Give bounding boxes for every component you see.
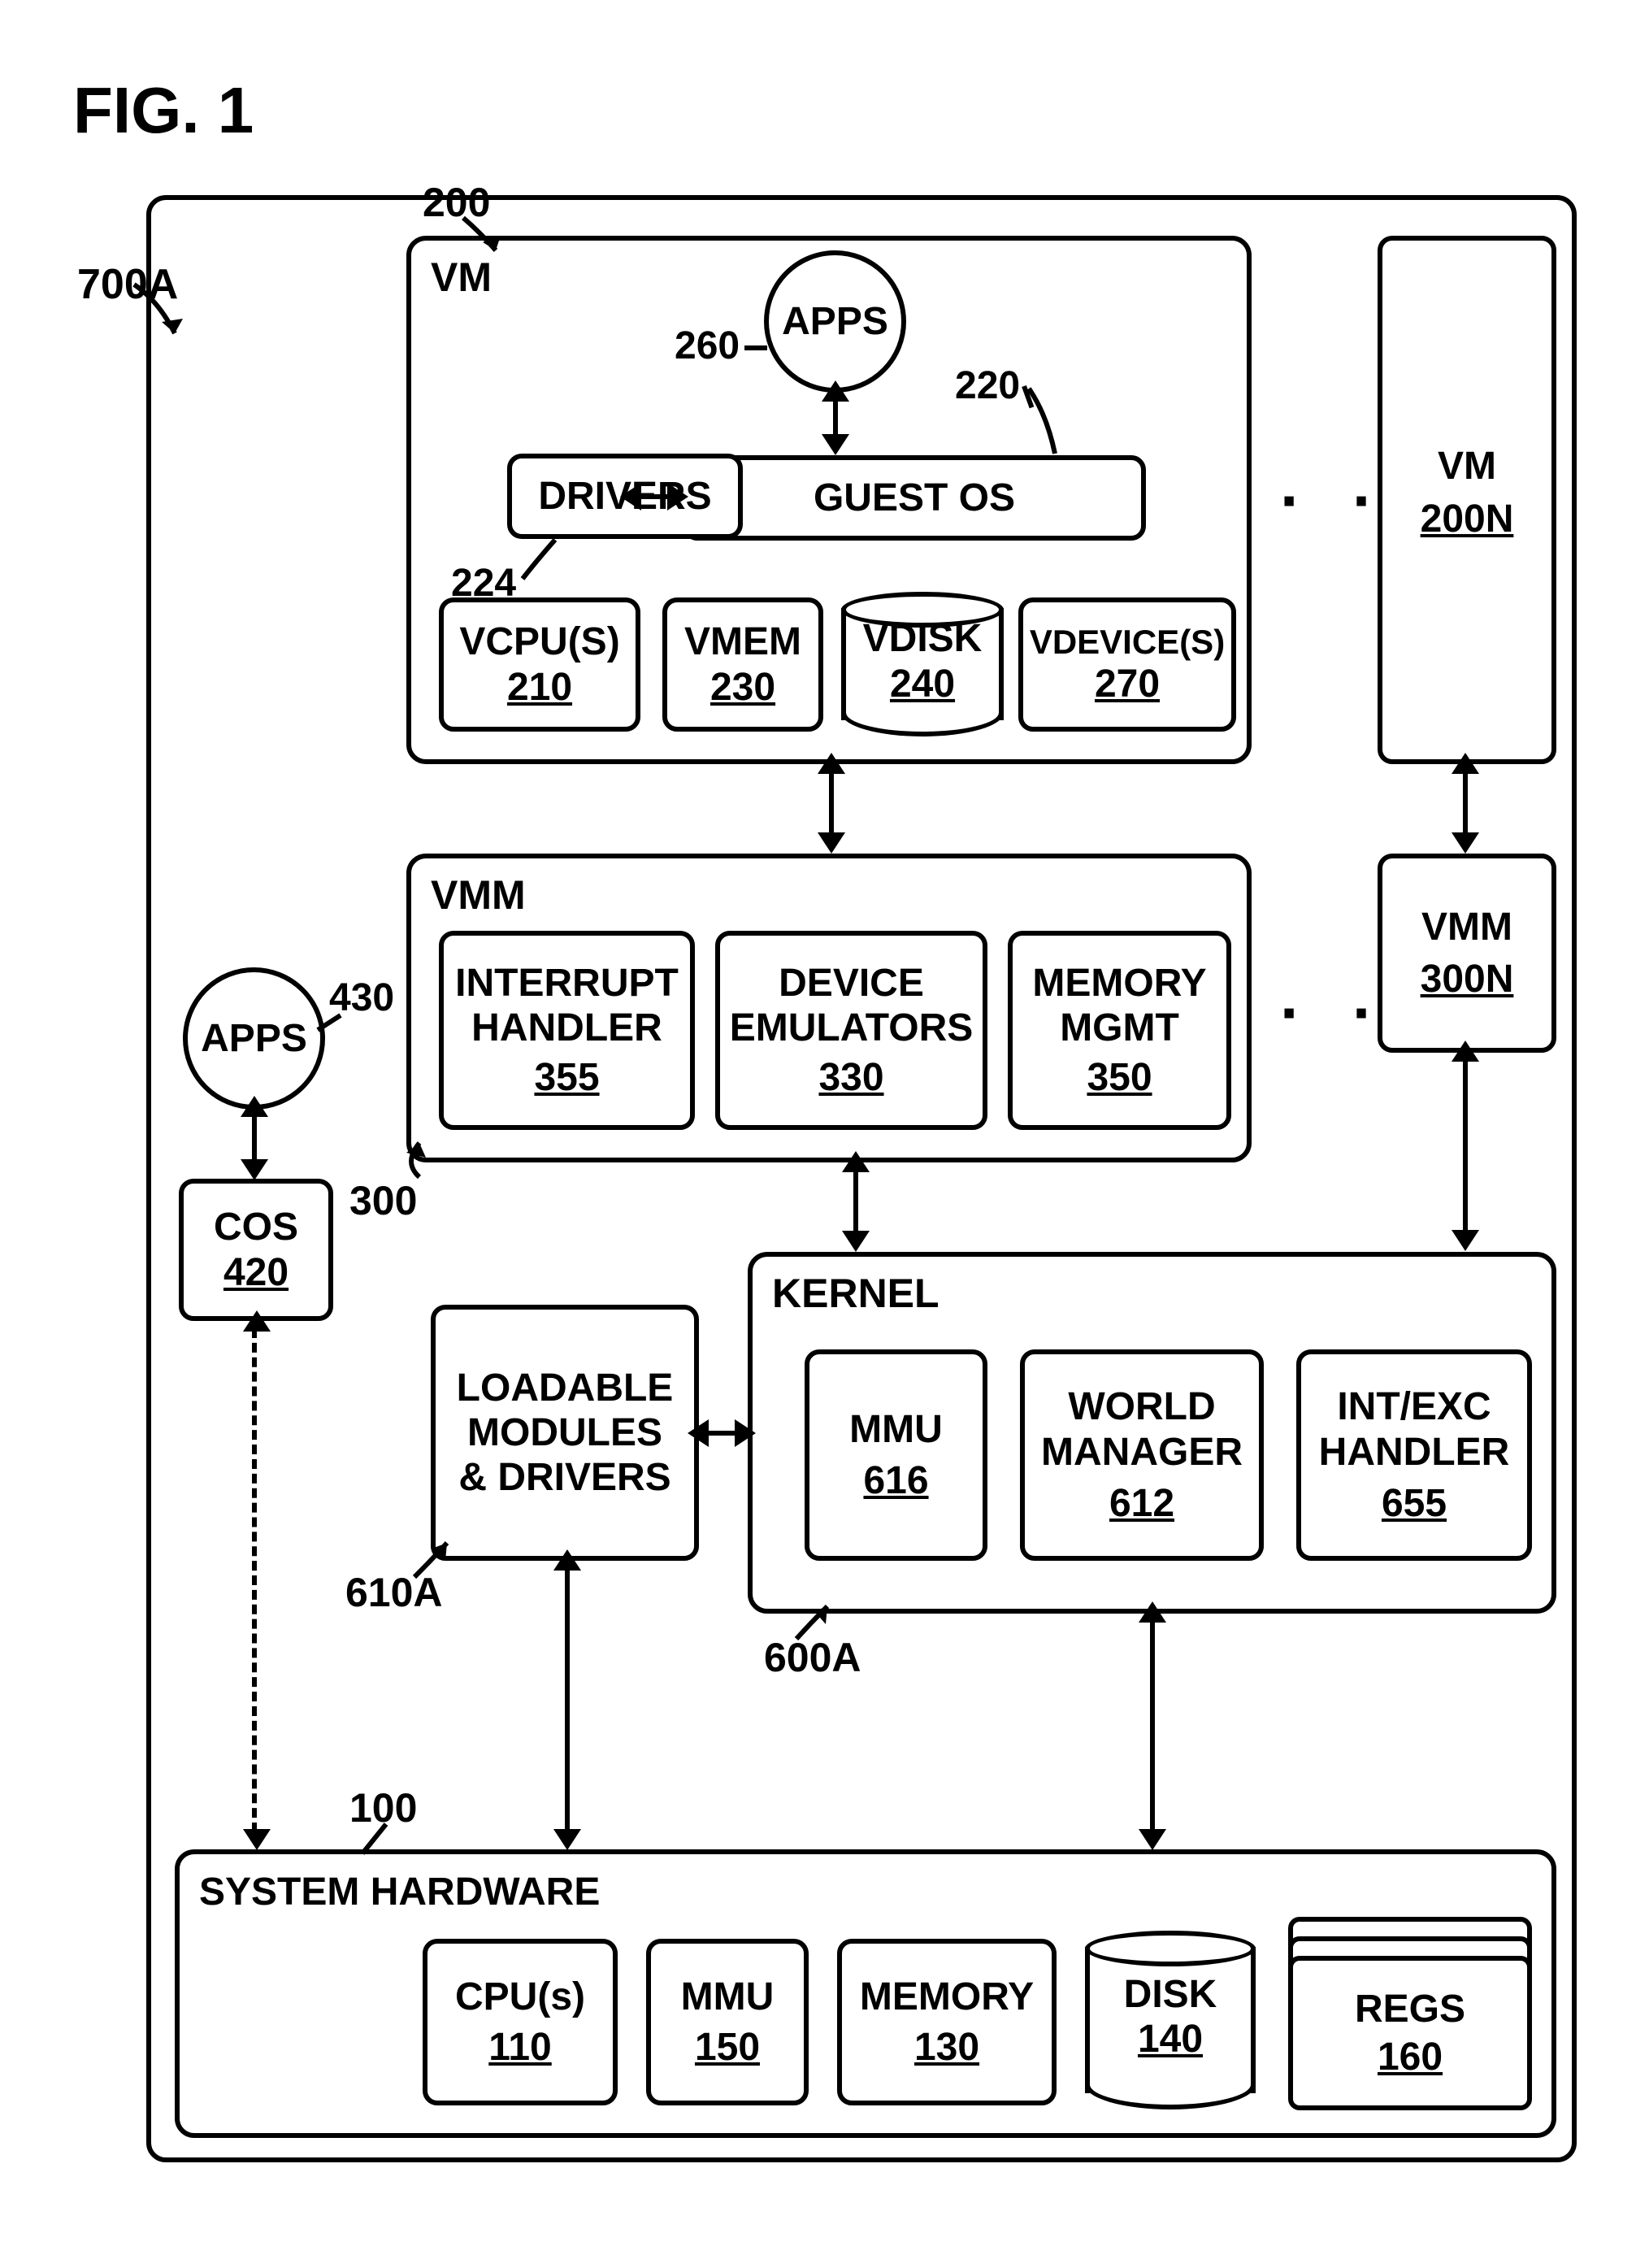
world-mgr-label: WORLD MANAGER	[1041, 1384, 1243, 1474]
hardware-label: SYSTEM HARDWARE	[199, 1870, 600, 1914]
int-exc-label: INT/EXC HANDLER	[1319, 1384, 1510, 1474]
vcpu-box: VCPU(S) 210	[439, 597, 640, 732]
vm-ref-arrow	[455, 211, 512, 260]
vmm-n-ref: 300N	[1421, 957, 1514, 1001]
arrow-loadable-hardware	[565, 1567, 570, 1832]
outer-ref-arrow	[126, 276, 191, 350]
drivers-leader	[516, 537, 573, 585]
hw-mmu-ref: 150	[695, 2025, 760, 2070]
memory-label: MEMORY	[860, 1975, 1034, 2019]
cpu-label: CPU(s)	[455, 1975, 585, 2019]
arrow-drivers-guestos	[638, 494, 670, 499]
arrow-vmn-vmmn	[1463, 771, 1468, 836]
kernel-mmu-label: MMU	[849, 1407, 943, 1452]
vdevice-ref: 270	[1095, 662, 1160, 706]
cos-apps-leader	[313, 1012, 345, 1036]
int-exc-box: INT/EXC HANDLER 655	[1296, 1349, 1532, 1561]
cos-box: COS 420	[179, 1179, 333, 1321]
vcpu-label: VCPU(S)	[459, 619, 619, 664]
regs-box: REGS 160	[1288, 1917, 1532, 2112]
vm-n-box: VM 200N	[1378, 236, 1556, 764]
vm-apps-label: APPS	[782, 299, 888, 344]
int-handler-label: INTERRUPT HANDLER	[455, 961, 679, 1050]
int-handler-ref: 355	[534, 1055, 599, 1100]
vcpu-ref: 210	[507, 665, 572, 710]
int-handler-box: INTERRUPT HANDLER 355	[439, 931, 695, 1130]
vmm-n-box: VMM 300N	[1378, 854, 1556, 1053]
hw-mmu-label: MMU	[681, 1975, 775, 2019]
dev-emu-label: DEVICE EMULATORS	[730, 961, 974, 1050]
vdisk-label: VDISK	[841, 616, 1004, 661]
hw-mmu-box: MMU 150	[646, 1939, 809, 2105]
figure-label: FIG. 1	[73, 73, 254, 148]
world-mgr-box: WORLD MANAGER 612	[1020, 1349, 1264, 1561]
arrow-vmmn-kernel	[1463, 1058, 1468, 1233]
guest-os-box: GUEST OS	[683, 455, 1146, 541]
int-exc-ref: 655	[1382, 1481, 1447, 1526]
dev-emu-box: DEVICE EMULATORS 330	[715, 931, 987, 1130]
vmem-label: VMEM	[684, 619, 801, 664]
memory-ref: 130	[914, 2025, 979, 2070]
regs-ref: 160	[1378, 2035, 1443, 2079]
vm-apps-circle: APPS	[764, 250, 906, 393]
vmem-ref: 230	[710, 665, 775, 710]
disk-cyl: DISK 140	[1085, 1931, 1256, 2109]
guest-os-label: GUEST OS	[814, 476, 1015, 520]
vmm-ref-arrow	[382, 1138, 439, 1187]
vdevice-label: VDEVICE(S)	[1030, 623, 1225, 662]
guest-os-ref: 220	[955, 363, 1020, 408]
vdevice-box: VDEVICE(S) 270	[1018, 597, 1236, 732]
arrow-vm-vmm	[829, 771, 834, 836]
arrow-vmm-kernel	[853, 1169, 858, 1234]
memory-box: MEMORY 130	[837, 1939, 1057, 2105]
loadable-box: LOADABLE MODULES & DRIVERS	[431, 1305, 699, 1561]
mem-mgmt-box: MEMORY MGMT 350	[1008, 931, 1231, 1130]
kernel-mmu-box: MMU 616	[805, 1349, 987, 1561]
kernel-mmu-ref: 616	[863, 1458, 928, 1503]
cos-label: COS	[214, 1205, 298, 1249]
vdisk-ref: 240	[841, 662, 1004, 706]
vmm-n-label: VMM	[1421, 905, 1512, 949]
vdisk-cyl: VDISK 240	[841, 592, 1004, 736]
arrow-kernel-hardware	[1150, 1619, 1155, 1832]
apps-leader	[744, 345, 767, 350]
vm-n-label: VM	[1438, 444, 1496, 489]
loadable-ref-arrow	[406, 1536, 463, 1585]
arrow-cos-hardware-dashed	[252, 1328, 257, 1832]
cos-ref: 420	[223, 1250, 289, 1295]
mem-mgmt-label: MEMORY MGMT	[1032, 961, 1206, 1050]
cpu-box: CPU(s) 110	[423, 1939, 618, 2105]
vm-label: VM	[431, 254, 492, 301]
hardware-leader	[358, 1821, 398, 1857]
arrow-loadable-kernel	[705, 1431, 738, 1436]
vm-n-ref: 200N	[1421, 497, 1514, 541]
loadable-label: LOADABLE MODULES & DRIVERS	[457, 1366, 674, 1501]
dev-emu-ref: 330	[818, 1055, 883, 1100]
vmem-box: VMEM 230	[662, 597, 823, 732]
guestos-leader-svg	[1022, 382, 1071, 463]
disk-label: DISK	[1085, 1972, 1256, 2017]
world-mgr-ref: 612	[1109, 1481, 1174, 1526]
mem-mgmt-ref: 350	[1087, 1055, 1152, 1100]
cos-apps-circle: APPS	[183, 967, 325, 1110]
cpu-ref: 110	[488, 2025, 551, 2070]
cos-apps-label: APPS	[201, 1016, 307, 1061]
arrow-apps-guestos	[833, 398, 838, 437]
vmm-label: VMM	[431, 871, 526, 919]
disk-ref: 140	[1085, 2017, 1256, 2062]
arrow-cosapps-cos	[252, 1114, 257, 1162]
vm-apps-ref: 260	[675, 324, 740, 368]
kernel-label: KERNEL	[772, 1270, 939, 1317]
kernel-ref-arrow	[788, 1601, 845, 1646]
regs-label: REGS	[1355, 1987, 1465, 2031]
